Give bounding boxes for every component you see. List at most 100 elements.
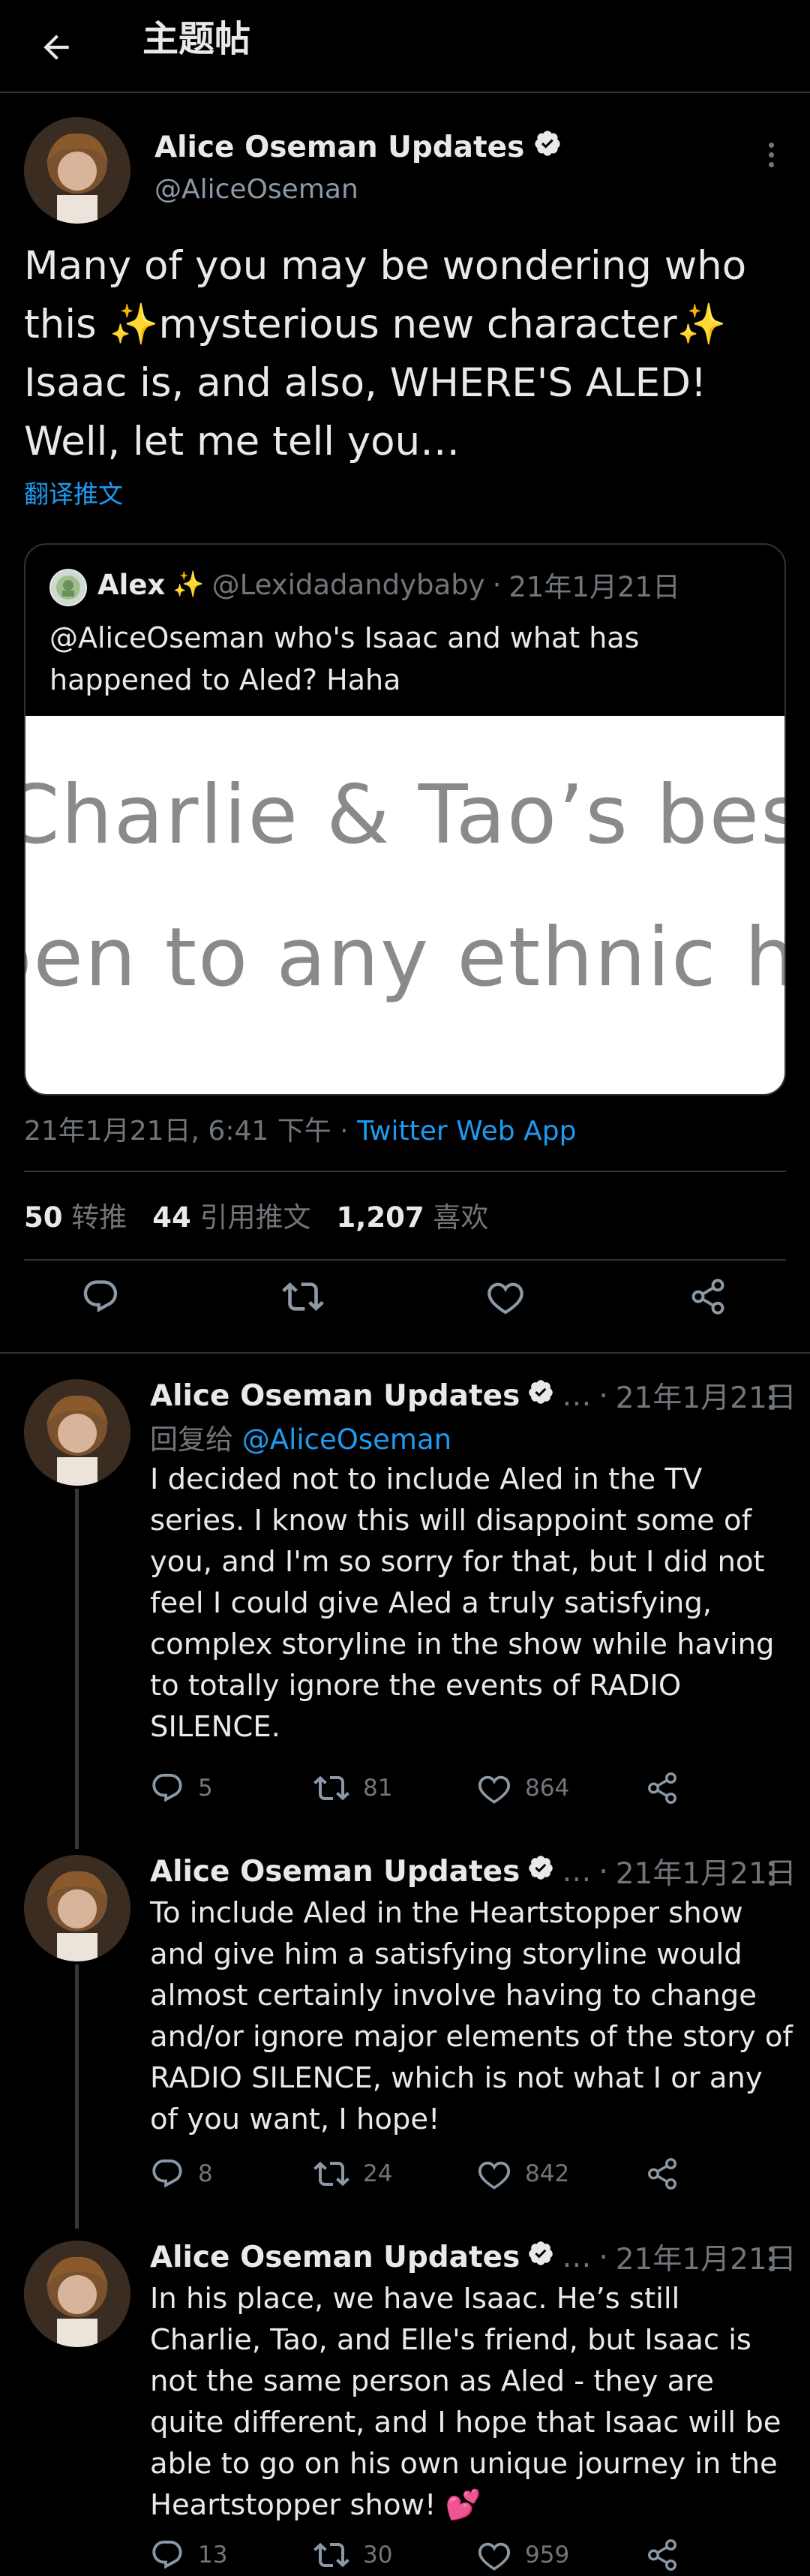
- page-title: 主题帖: [142, 18, 251, 60]
- replying-to: 回复给 @AliceOseman: [150, 1423, 452, 1456]
- top-bar: 主题帖: [0, 0, 810, 93]
- back-arrow-icon[interactable]: [30, 21, 82, 74]
- retweet-count: 81: [363, 1775, 393, 1802]
- reply-actions: 8 24 842: [150, 2155, 720, 2193]
- tweet-text: I decided not to include Aled in the TV …: [150, 1462, 775, 1744]
- like-count: 864: [525, 1775, 570, 1802]
- divider: [0, 1352, 810, 1354]
- image-text-line: Charlie & Tao’s bes: [26, 768, 786, 862]
- reply-header: Alice Oseman Updates … · 21年1月21日: [150, 2236, 796, 2278]
- quote-image[interactable]: Charlie & Tao’s bes pen to any ethnic he…: [26, 716, 786, 1094]
- source-app-link[interactable]: Twitter Web App: [357, 1116, 576, 1147]
- author-avatar[interactable]: [24, 1855, 130, 1961]
- separator-dot: ·: [340, 1116, 349, 1147]
- tweet-stats: 50 转推 44 引用推文 1,207 喜欢: [24, 1195, 488, 1235]
- reply-to-handle-link[interactable]: @AliceOseman: [242, 1423, 452, 1456]
- quote-avatar: [50, 569, 87, 606]
- reply-header: Alice Oseman Updates … · 21年1月21日: [150, 1375, 796, 1417]
- reply-icon: [152, 1773, 182, 1802]
- retweet-count: 24: [363, 2160, 393, 2187]
- quote-text: @AliceOseman who's Isaac and what has ha…: [50, 621, 640, 696]
- author-avatar[interactable]: [24, 117, 130, 224]
- reply-count: 8: [198, 2160, 213, 2187]
- tweet-timestamp[interactable]: 21年1月21日, 6:41 下午: [24, 1116, 332, 1147]
- two-hearts-emoji: 💕: [445, 2488, 482, 2522]
- like-icon: [478, 2542, 511, 2571]
- reply-header: Alice Oseman Updates … · 21年1月21日: [150, 1850, 796, 1892]
- quote-count[interactable]: 44 引用推文: [152, 1195, 310, 1235]
- author-name[interactable]: Alice Oseman Updates: [150, 1379, 520, 1413]
- author-handle[interactable]: @AliceOseman: [154, 174, 358, 205]
- share-button[interactable]: [645, 1769, 680, 1807]
- like-icon: [478, 2161, 511, 2190]
- author-avatar[interactable]: [24, 2241, 130, 2347]
- separator-dot: ·: [492, 568, 502, 601]
- retweet-icon: [314, 1775, 350, 1801]
- more-options-icon[interactable]: [756, 2236, 786, 2281]
- share-button[interactable]: [645, 2536, 680, 2574]
- tweet-actions: [0, 1264, 810, 1330]
- thread-connector: [75, 1964, 79, 2229]
- share-icon: [648, 2158, 676, 2190]
- retweet-icon: [314, 2542, 350, 2568]
- thread-connector: [75, 1489, 79, 1849]
- divider: [24, 1259, 786, 1261]
- image-text-line: pen to any ethnic her: [26, 911, 784, 1005]
- quoted-tweet[interactable]: Alex ✨ @Lexidadandybaby · 21年1月21日 @Alic…: [24, 543, 786, 1096]
- like-count: 842: [525, 2160, 570, 2187]
- retweet-button[interactable]: 81: [314, 1769, 392, 1807]
- reply-count: 5: [198, 1775, 213, 1802]
- handle-truncated: …: [562, 2240, 592, 2274]
- retweet-count: 30: [363, 2541, 393, 2568]
- share-icon: [648, 2539, 676, 2571]
- like-button[interactable]: 842: [477, 2155, 569, 2193]
- like-button[interactable]: 959: [477, 2536, 569, 2574]
- retweet-button[interactable]: 24: [314, 2155, 392, 2193]
- author-name[interactable]: Alice Oseman Updates: [154, 129, 562, 165]
- reply-button[interactable]: 5: [150, 1769, 213, 1807]
- verified-badge-icon: [527, 1378, 554, 1413]
- retweet-button[interactable]: 30: [314, 2536, 392, 2574]
- verified-badge-icon: [527, 1854, 554, 1889]
- verified-badge-icon: [527, 2240, 554, 2274]
- author-avatar[interactable]: [24, 1379, 130, 1486]
- reply-actions: 13 30 959: [150, 2536, 720, 2574]
- separator-dot: ·: [598, 1378, 608, 1413]
- quote-header: Alex ✨ @Lexidadandybaby · 21年1月21日: [98, 564, 680, 605]
- reply-button[interactable]: 8: [150, 2155, 213, 2193]
- reply-actions: 5 81 864: [150, 1769, 720, 1807]
- like-count[interactable]: 1,207 喜欢: [337, 1195, 489, 1235]
- like-button[interactable]: 864: [477, 1769, 569, 1807]
- retweet-icon: [314, 2161, 350, 2187]
- more-options-icon[interactable]: [756, 132, 786, 177]
- tweet-text: Many of you may be wondering who this ✨m…: [24, 243, 760, 464]
- author-name[interactable]: Alice Oseman Updates: [150, 2241, 520, 2274]
- handle-truncated: …: [562, 1378, 592, 1413]
- sparkles-icon: ✨: [172, 570, 205, 600]
- share-icon[interactable]: [686, 1274, 730, 1319]
- more-options-icon[interactable]: [756, 1850, 786, 1895]
- quote-date: 21年1月21日: [508, 571, 681, 603]
- share-button[interactable]: [645, 2155, 680, 2193]
- author-name[interactable]: Alice Oseman Updates: [150, 1855, 520, 1889]
- share-icon: [648, 1772, 676, 1804]
- like-count: 959: [525, 2541, 570, 2568]
- tweet-meta: 21年1月21日, 6:41 下午 · Twitter Web App: [24, 1109, 576, 1148]
- retweet-icon[interactable]: [280, 1274, 326, 1319]
- quote-handle: @Lexidadandybaby: [212, 568, 485, 601]
- verified-badge-icon: [533, 129, 562, 165]
- separator-dot: ·: [598, 1854, 608, 1889]
- quote-author-name: Alex: [98, 568, 166, 601]
- separator-dot: ·: [598, 2240, 608, 2274]
- reply-icon: [152, 2159, 182, 2188]
- handle-truncated: …: [562, 1854, 592, 1889]
- retweet-count[interactable]: 50 转推: [24, 1195, 127, 1235]
- like-icon[interactable]: [483, 1274, 528, 1319]
- reply-icon[interactable]: [78, 1274, 123, 1319]
- reply-button[interactable]: 13: [150, 2536, 227, 2574]
- divider: [24, 1171, 786, 1172]
- translate-tweet-link[interactable]: 翻译推文: [24, 474, 123, 510]
- more-options-icon[interactable]: [756, 1375, 786, 1420]
- tweet-text: In his place, we have Isaac. He’s still …: [150, 2282, 782, 2522]
- reply-icon: [152, 2540, 182, 2569]
